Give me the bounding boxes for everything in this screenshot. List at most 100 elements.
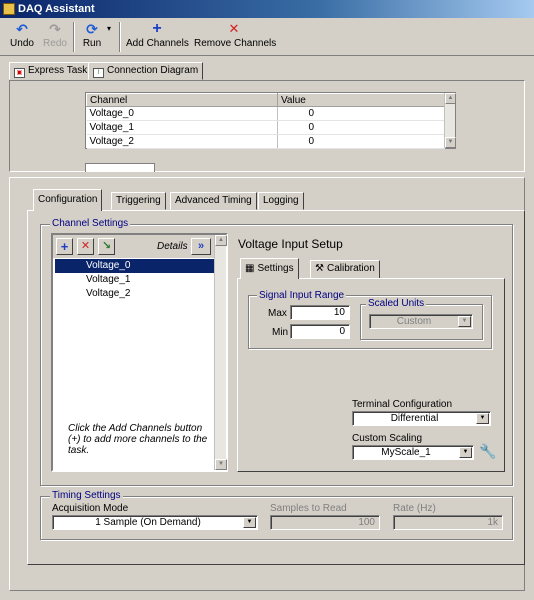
settings-icon: ▦ [245, 263, 255, 274]
tab-configuration-label: Configuration [38, 194, 98, 205]
tab-advanced-timing[interactable]: Advanced Timing [170, 192, 257, 210]
channel-value-table: Channel Value Voltage_0 0 Voltage_1 0 Vo… [85, 92, 456, 149]
min-field[interactable]: 0 [290, 324, 350, 339]
app-icon [3, 3, 15, 15]
scroll-down-icon[interactable]: ▼ [215, 459, 227, 470]
remove-channels-button[interactable]: ✕ Remove Channels [194, 20, 277, 54]
chevron-down-icon[interactable]: ▼ [458, 316, 471, 327]
tab-calibration[interactable]: ⚒ Calibration [310, 260, 380, 279]
tab-triggering-label: Triggering [116, 195, 161, 206]
max-field[interactable]: 10 [290, 305, 350, 320]
channel-list-toolbar: + ✕ ↘ Details » [53, 235, 216, 258]
tab-express-task-label: Express Task [28, 65, 88, 76]
channel-item[interactable]: Voltage_1 [55, 273, 215, 287]
scaled-units-label: Scaled Units [366, 298, 427, 309]
column-header-value[interactable]: Value [277, 93, 445, 107]
toolbar: ↶ Undo ↷ Redo ⟳ Run ▾ + Add Channels ✕ R… [0, 18, 534, 56]
rate-label: Rate (Hz) [393, 503, 436, 514]
tab-logging-label: Logging [263, 195, 299, 206]
column-header-channel[interactable]: Channel [86, 93, 278, 107]
tab-settings[interactable]: ▦ Settings [240, 258, 299, 279]
scroll-up-icon[interactable]: ▲ [445, 93, 456, 104]
tab-configuration[interactable]: Configuration [33, 189, 103, 211]
run-dropdown-button[interactable]: ▾ [104, 20, 114, 54]
table-row: Voltage_2 0 [86, 134, 445, 149]
custom-scaling-value: MyScale_1 [381, 447, 431, 458]
scroll-up-icon[interactable]: ▲ [215, 235, 227, 246]
redo-button[interactable]: ↷ Redo [40, 20, 70, 54]
table-cell-value: 0 [277, 134, 445, 149]
remove-channel-icon[interactable]: ✕ [77, 238, 94, 255]
chevron-down-icon: ▾ [106, 24, 111, 33]
samples-to-read-label: Samples to Read [270, 503, 347, 514]
plus-icon: + [152, 20, 162, 37]
run-button[interactable]: ⟳ Run [79, 20, 105, 54]
rate-field[interactable]: 1k [393, 515, 503, 530]
channel-list: + ✕ ↘ Details » Voltage_0 Voltage_1 Volt… [51, 233, 228, 472]
details-label: Details [157, 241, 188, 252]
undo-button[interactable]: ↶ Undo [8, 20, 36, 54]
redo-label: Redo [43, 38, 67, 49]
run-label: Run [82, 38, 102, 49]
tab-connection-diagram[interactable]: ⌇ Connection Diagram [88, 62, 204, 80]
acquisition-mode-value: 1 Sample (On Demand) [95, 517, 201, 528]
run-icon: ⟳ [86, 21, 98, 37]
calibration-icon: ⚒ [315, 263, 324, 274]
table-cell-channel: Voltage_0 [86, 106, 278, 121]
table-row: Voltage_1 0 [86, 120, 445, 135]
table-cell-channel: Voltage_1 [86, 120, 278, 135]
terminal-config-label: Terminal Configuration [352, 399, 453, 410]
custom-scaling-select[interactable]: MyScale_1 ▼ [352, 445, 474, 460]
samples-to-read-field[interactable]: 100 [270, 515, 380, 530]
sort-channels-icon[interactable]: ↘ [98, 238, 115, 255]
max-label: Max [268, 308, 287, 319]
wrench-icon[interactable]: 🔧 [479, 443, 496, 459]
add-channels-label: Add Channels [126, 38, 189, 49]
chevron-down-icon[interactable]: ▼ [476, 413, 489, 424]
tab-advanced-timing-label: Advanced Timing [175, 195, 252, 206]
channel-item[interactable]: Voltage_0 [55, 259, 215, 273]
voltage-setup-title: Voltage Input Setup [238, 237, 343, 251]
x-icon: ✕ [228, 21, 240, 36]
signal-input-range-label: Signal Input Range [257, 290, 347, 301]
redo-icon: ↷ [49, 21, 61, 37]
scaled-units-value: Custom [396, 316, 432, 327]
channel-list-scrollbar[interactable]: ▲ ▼ [214, 235, 227, 470]
tab-settings-label: Settings [257, 263, 294, 274]
remove-channels-label: Remove Channels [194, 38, 277, 49]
tab-triggering[interactable]: Triggering [111, 192, 166, 210]
table-row: Voltage_0 0 [86, 106, 445, 121]
channel-item[interactable]: Voltage_2 [55, 287, 215, 301]
add-channel-icon[interactable]: + [56, 238, 73, 255]
tab-logging[interactable]: Logging [258, 192, 304, 210]
table-cell-value: 0 [277, 106, 445, 121]
table-cell-value: 0 [277, 120, 445, 135]
table-scrollbar[interactable]: ▲ ▼ [444, 93, 456, 148]
toolbar-separator [119, 22, 121, 52]
tab-calibration-label: Calibration [326, 263, 375, 274]
acquisition-mode-label: Acquisition Mode [52, 503, 129, 514]
scaled-units-select[interactable]: Custom ▼ [369, 314, 473, 329]
add-channels-button[interactable]: + Add Channels [126, 20, 189, 54]
chevron-down-icon[interactable]: ▼ [243, 517, 256, 528]
undo-icon: ↶ [16, 21, 28, 37]
connection-diagram-icon: ⌇ [93, 68, 104, 78]
toolbar-separator [73, 22, 75, 52]
channel-settings-label: Channel Settings [50, 218, 131, 229]
table-cell-channel: Voltage_2 [86, 134, 278, 149]
window-title: DAQ Assistant [18, 3, 95, 15]
undo-label: Undo [10, 38, 34, 49]
tab-express-task[interactable]: ▣ Express Task [9, 62, 93, 80]
min-label: Min [272, 327, 289, 338]
title-bar: DAQ Assistant [0, 0, 534, 18]
tab-connection-diagram-label: Connection Diagram [107, 65, 199, 76]
chevron-down-icon[interactable]: ▼ [459, 447, 472, 458]
details-expand-button[interactable]: » [191, 238, 211, 255]
acquisition-mode-select[interactable]: 1 Sample (On Demand) ▼ [52, 515, 258, 530]
terminal-config-select[interactable]: Differential ▼ [352, 411, 491, 426]
custom-scaling-label: Custom Scaling [352, 433, 423, 444]
scroll-down-icon[interactable]: ▼ [445, 137, 456, 148]
timing-settings-label: Timing Settings [50, 490, 123, 501]
display-stub [85, 163, 155, 172]
express-task-icon: ▣ [14, 68, 25, 78]
